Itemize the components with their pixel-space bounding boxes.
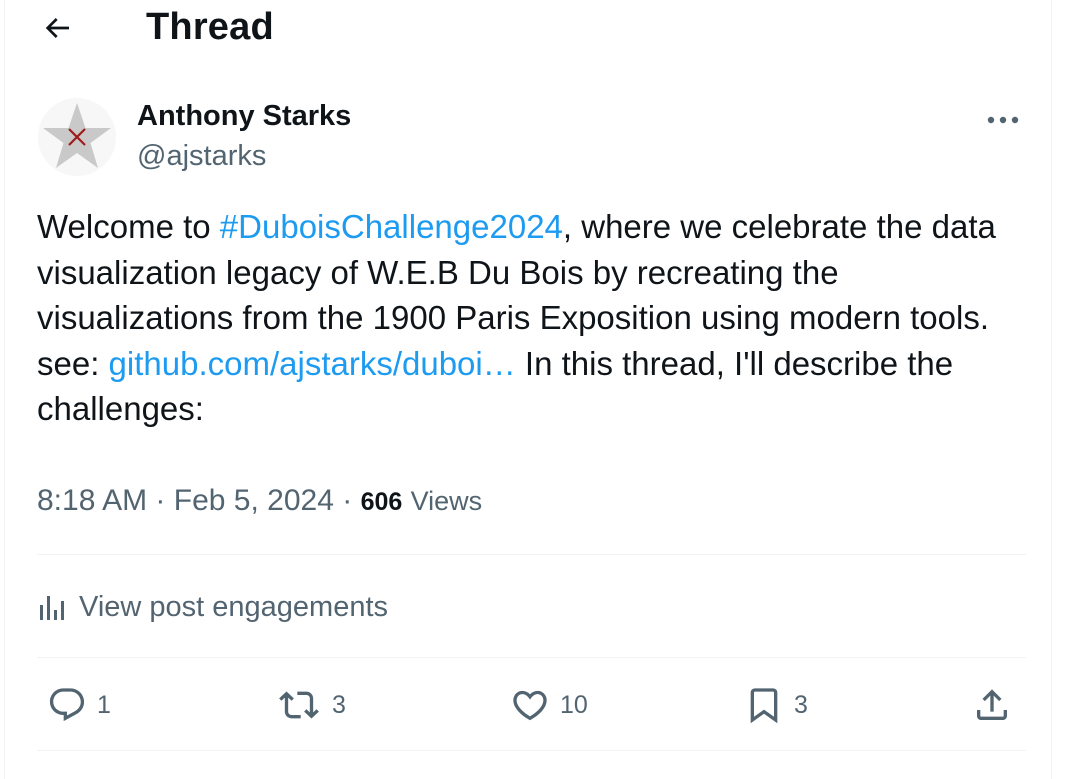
divider [37, 750, 1026, 751]
back-button[interactable] [35, 8, 79, 48]
star-avatar-icon [38, 98, 116, 176]
post-date[interactable]: Feb 5, 2024 [174, 484, 334, 517]
more-dots-icon [987, 116, 1019, 124]
view-engagements-button[interactable]: View post engagements [37, 580, 388, 634]
thread-header: Thread [5, 0, 1053, 56]
reply-button[interactable]: 1 [47, 680, 111, 730]
post-time[interactable]: 8:18 AM [37, 484, 147, 517]
repost-button[interactable]: 3 [276, 680, 346, 730]
post-detail-view: Thread Anthony Starks @ajstarks Welcome … [4, 0, 1052, 779]
author-name[interactable]: Anthony Starks [137, 100, 351, 133]
bookmark-icon [750, 688, 778, 724]
reply-count: 1 [97, 690, 111, 719]
divider [37, 554, 1026, 555]
repost-icon [279, 691, 319, 719]
reply-icon [49, 688, 85, 722]
share-icon [977, 689, 1007, 720]
post-text-part: Welcome to [37, 208, 220, 245]
views-label: Views [410, 486, 483, 516]
author-handle[interactable]: @ajstarks [137, 140, 266, 173]
views-count: 606 [360, 488, 403, 516]
like-button[interactable]: 10 [510, 680, 588, 730]
post-text: Welcome to #DuboisChallenge2024, where w… [37, 204, 1027, 432]
divider [37, 657, 1026, 658]
analytics-bars-icon [40, 596, 64, 620]
more-options-button[interactable] [981, 100, 1025, 140]
engagements-label: View post engagements [79, 590, 389, 623]
url-link[interactable]: github.com/ajstarks/duboi… [109, 345, 516, 382]
hashtag-link[interactable]: #DuboisChallenge2024 [220, 208, 563, 245]
repost-count: 3 [332, 690, 346, 719]
page-title: Thread [146, 6, 274, 48]
heart-icon [513, 690, 547, 721]
meta-separator: · [155, 484, 166, 517]
share-button[interactable] [972, 680, 1012, 730]
bookmark-button[interactable]: 3 [744, 680, 808, 730]
post-meta: 8:18 AM · Feb 5, 2024 · 606 Views [37, 484, 482, 518]
like-count: 10 [560, 690, 588, 719]
avatar[interactable] [38, 98, 116, 176]
back-arrow-icon [45, 18, 69, 38]
bookmark-count: 3 [794, 690, 808, 719]
meta-separator: · [342, 484, 353, 517]
